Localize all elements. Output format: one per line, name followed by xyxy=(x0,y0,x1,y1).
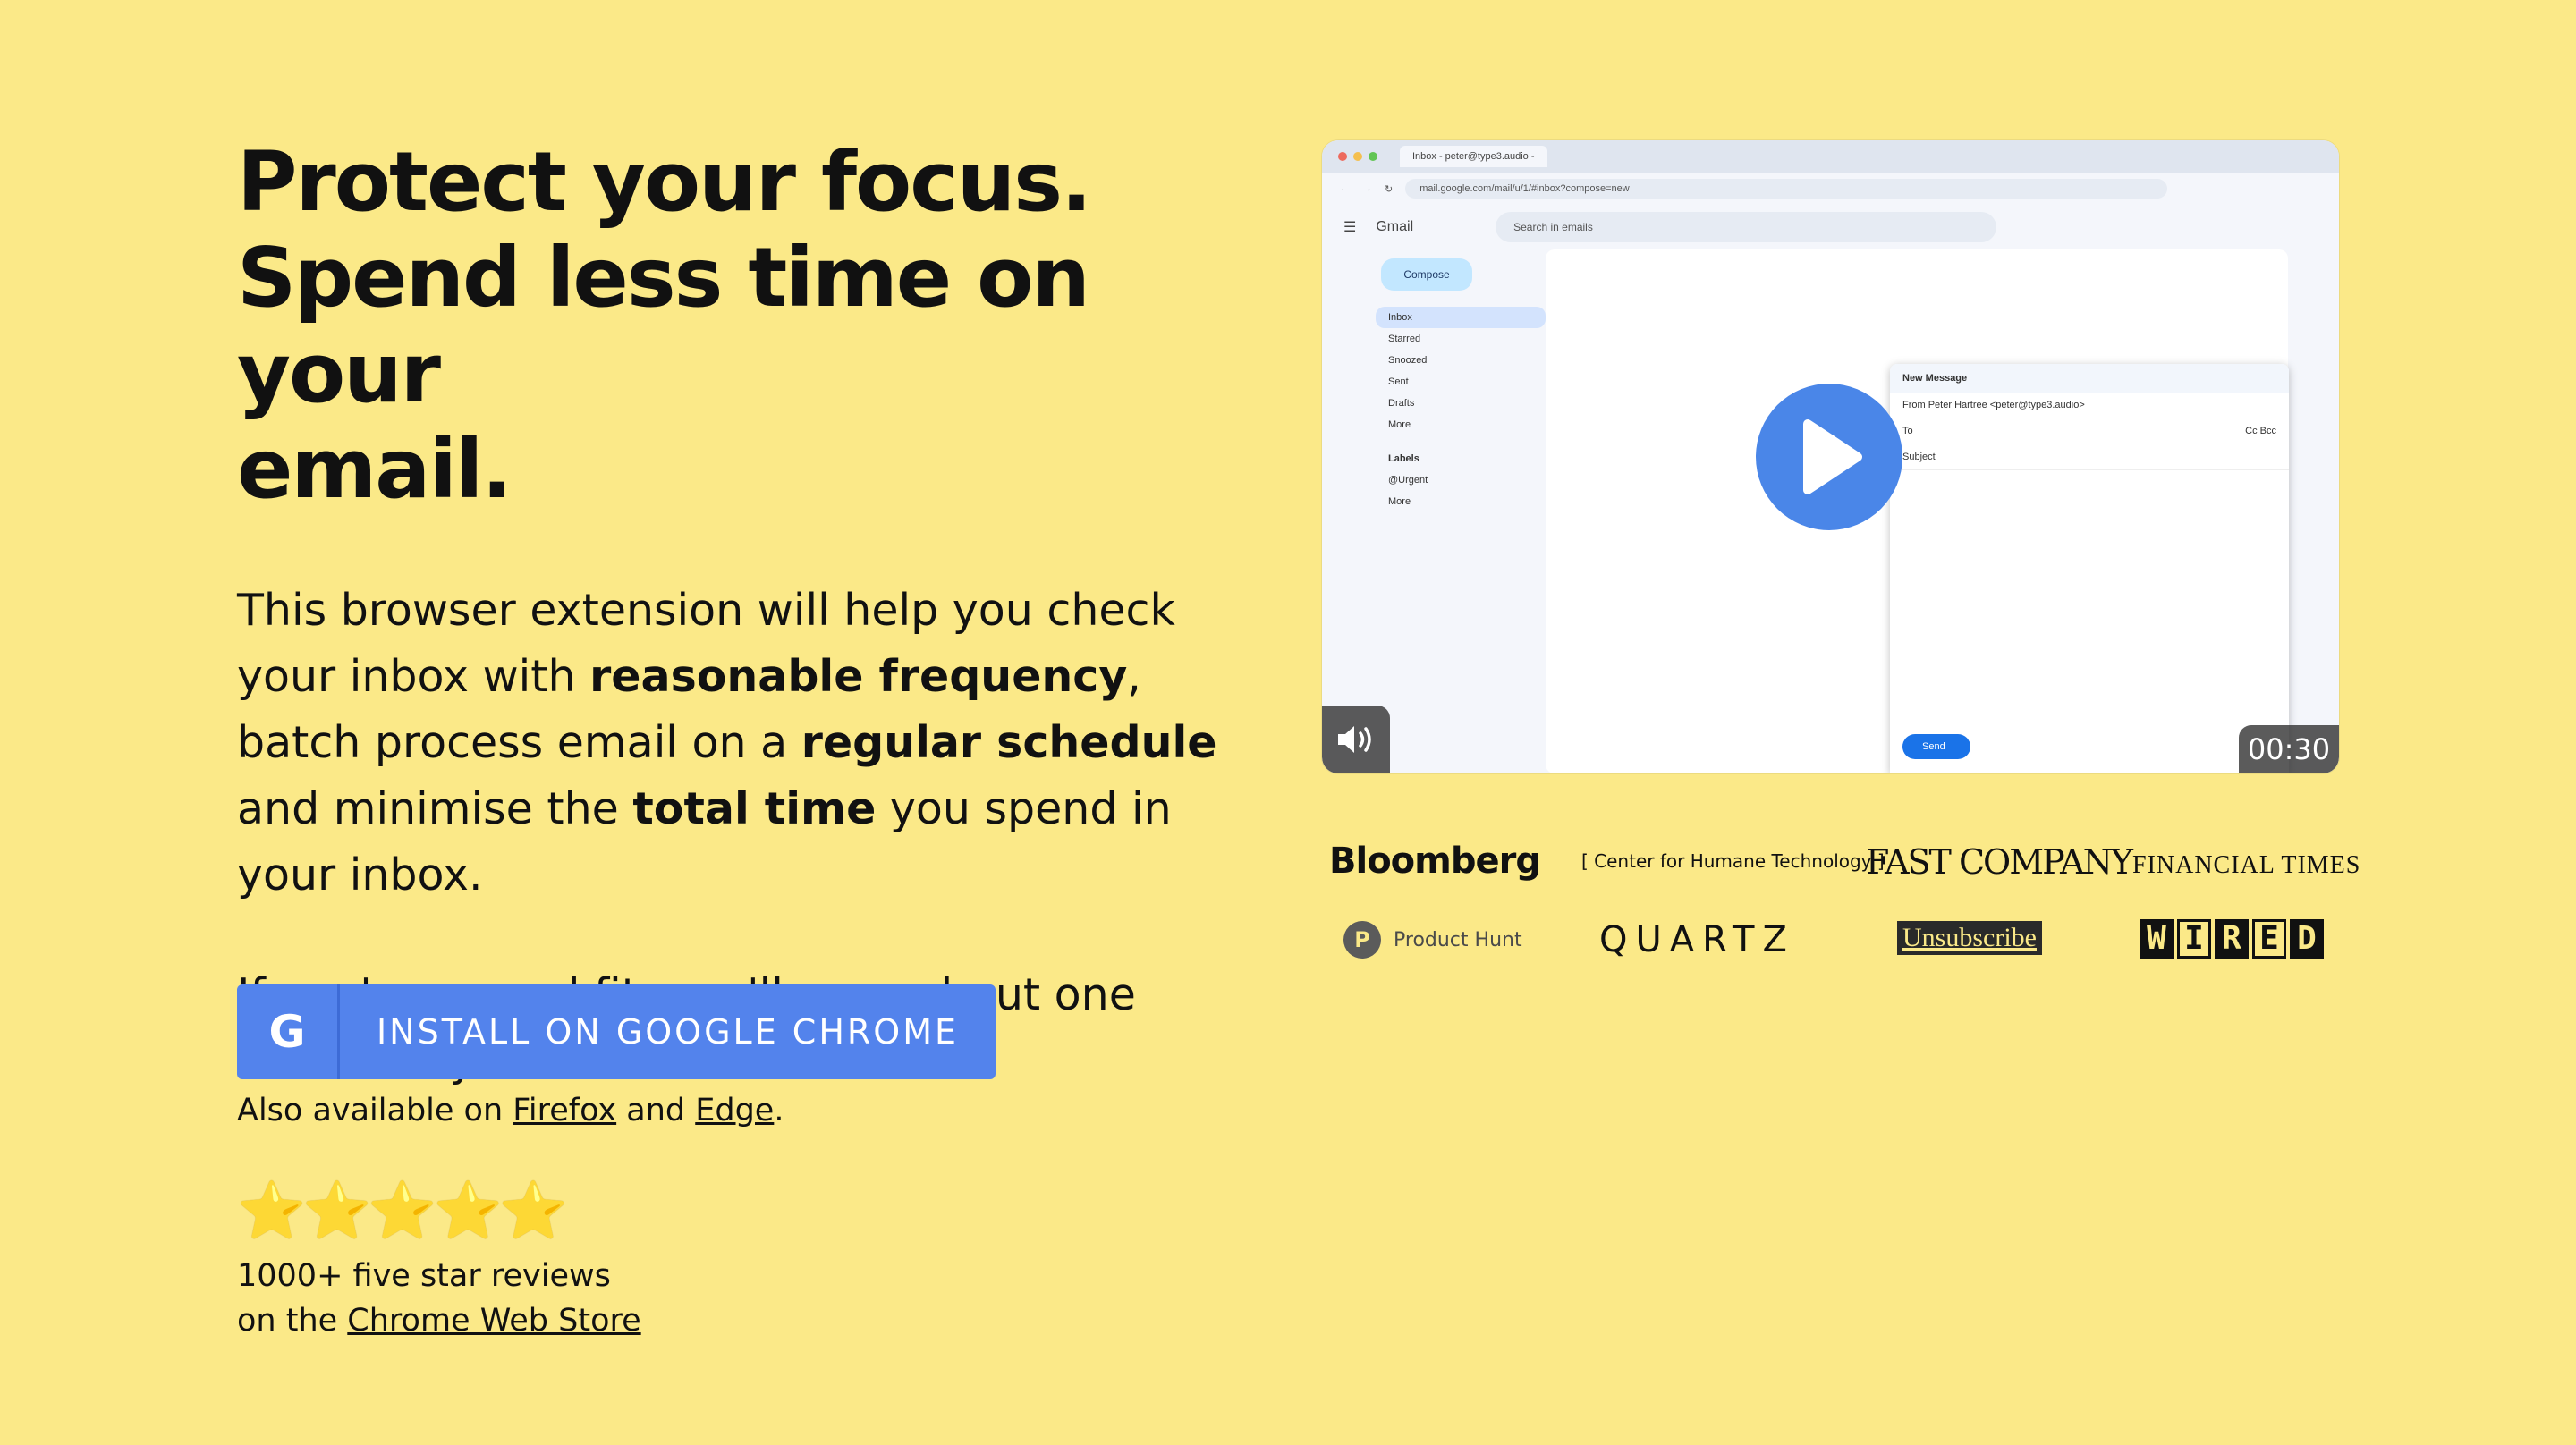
maximize-dot-icon xyxy=(1368,152,1377,161)
video-duration: 00:30 xyxy=(2239,725,2339,773)
financial-times-logo: FINANCIAL TIMES xyxy=(2132,851,2361,879)
unsubscribe-logo: Unsubscribe xyxy=(1897,921,2042,955)
send-button: Send xyxy=(1902,734,1970,759)
back-icon: ← xyxy=(1340,183,1350,194)
nav-item: Starred xyxy=(1388,334,1421,344)
gmail-nav: Inbox Starred Snoozed Sent Drafts More L… xyxy=(1376,307,1546,512)
play-button[interactable] xyxy=(1756,384,1902,530)
play-icon xyxy=(1803,419,1862,494)
labels-heading: Labels xyxy=(1388,453,1419,464)
google-icon: G xyxy=(237,984,340,1079)
nav-item: Drafts xyxy=(1388,398,1415,409)
fast-company-logo: FAST COMPANY xyxy=(1866,842,2133,882)
demo-video[interactable]: Inbox - peter@type3.audio - ← → ↻ mail.g… xyxy=(1322,140,2339,773)
close-dot-icon xyxy=(1338,152,1347,161)
gmail-sidebar: Compose Inbox Starred Snoozed Sent Draft… xyxy=(1322,249,1546,512)
edge-link[interactable]: Edge xyxy=(695,1093,774,1128)
browser-tab-bar: Inbox - peter@type3.audio - xyxy=(1322,140,2339,173)
hero: Protect your focus. Spend less time on y… xyxy=(237,134,1221,1094)
firefox-link[interactable]: Firefox xyxy=(513,1093,616,1128)
wired-logo: W I R E D xyxy=(2140,919,2324,959)
page-title: Protect your focus. Spend less time on y… xyxy=(237,134,1092,517)
install-chrome-label: INSTALL ON GOOGLE CHROME xyxy=(376,1012,960,1052)
address-bar: ← → ↻ mail.google.com/mail/u/1/#inbox?co… xyxy=(1322,173,2339,205)
install-chrome-button[interactable]: G INSTALL ON GOOGLE CHROME xyxy=(237,984,996,1079)
bloomberg-logo: Bloomberg xyxy=(1329,841,1541,882)
gmail-compose: Compose xyxy=(1381,258,1472,291)
star-rating: ⭐⭐⭐⭐⭐ xyxy=(237,1180,568,1242)
nav-item: Snoozed xyxy=(1388,355,1428,366)
label-item: @Urgent xyxy=(1388,475,1428,486)
menu-icon: ☰ xyxy=(1343,220,1357,235)
url-field: mail.google.com/mail/u/1/#inbox?compose=… xyxy=(1405,179,2168,199)
gmail-logo: Gmail xyxy=(1376,219,1414,234)
quartz-logo: QUARTZ xyxy=(1599,919,1795,960)
volume-icon xyxy=(1338,726,1371,753)
label-item: More xyxy=(1388,496,1411,507)
lead-paragraph: This browser extension will help you che… xyxy=(237,585,1217,900)
nav-item: Inbox xyxy=(1376,307,1546,328)
compose-window: New Message From Peter Hartree <peter@ty… xyxy=(1890,364,2289,773)
gmail-search: Search in emails xyxy=(1496,212,1997,242)
nav-item: Sent xyxy=(1388,376,1409,387)
gmail-header: ☰ Gmail Search in emails xyxy=(1322,205,2339,249)
reviews-text: 1000+ five star reviews on the Chrome We… xyxy=(237,1258,641,1339)
center-for-humane-technology-logo: [ Center for Humane Technology ] xyxy=(1581,850,1885,872)
forward-icon: → xyxy=(1362,183,1372,194)
product-hunt-logo: P Product Hunt xyxy=(1343,921,1522,959)
also-available: Also available on Firefox and Edge. xyxy=(237,1093,784,1128)
chrome-web-store-link[interactable]: Chrome Web Store xyxy=(347,1303,640,1339)
minimize-dot-icon xyxy=(1353,152,1362,161)
nav-item: More xyxy=(1388,419,1411,430)
browser-tab: Inbox - peter@type3.audio - xyxy=(1400,146,1547,167)
product-hunt-icon: P xyxy=(1343,921,1381,959)
volume-button[interactable] xyxy=(1322,706,1390,773)
reload-icon: ↻ xyxy=(1385,183,1394,195)
